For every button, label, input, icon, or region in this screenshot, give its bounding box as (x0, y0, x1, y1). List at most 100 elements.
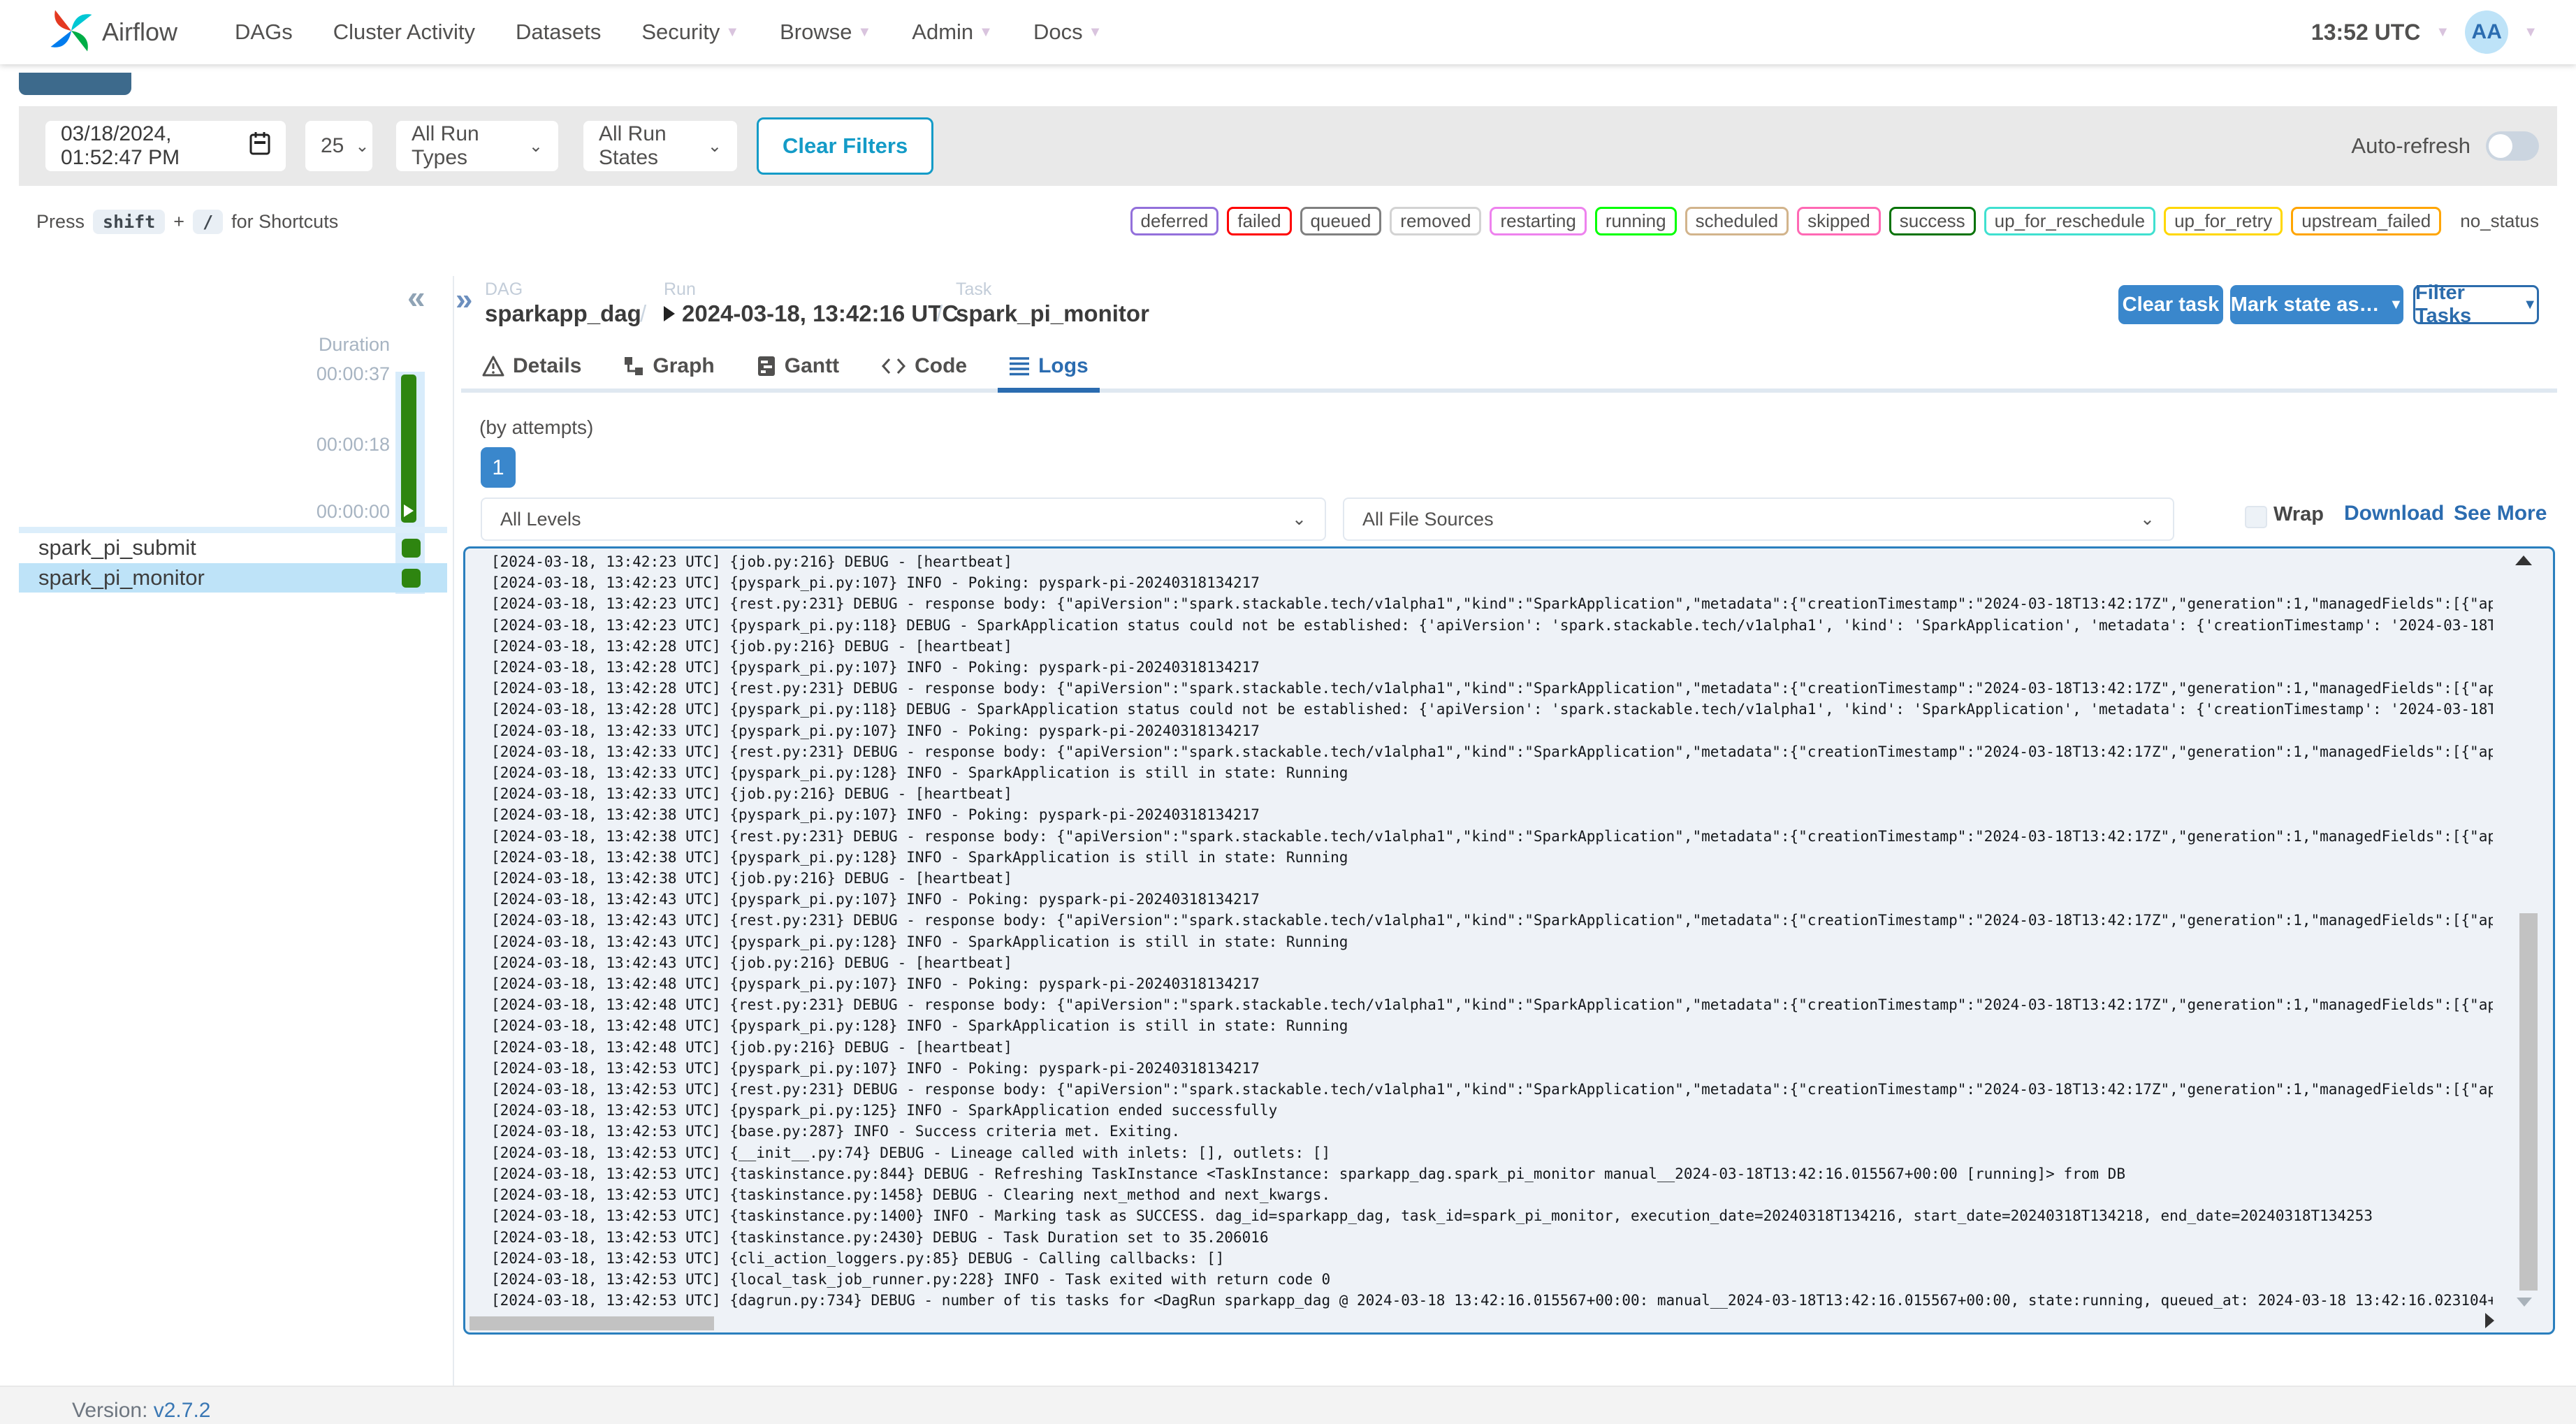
scroll-up-icon[interactable] (2515, 555, 2532, 565)
tab-code[interactable]: Code (881, 344, 967, 388)
log-line: [2024-03-18, 13:42:38 UTC] {pyspark_pi.p… (491, 848, 1348, 866)
airflow-brand[interactable]: Airflow (49, 8, 177, 57)
log-line: [2024-03-18, 13:42:48 UTC] {pyspark_pi.p… (491, 1017, 1348, 1035)
wrap-checkbox[interactable] (2245, 506, 2267, 528)
breadcrumb-task[interactable]: spark_pi_monitor (956, 300, 1149, 327)
tab-details[interactable]: Details (482, 344, 581, 388)
base-date-input[interactable]: 03/18/2024, 01:52:47 PM (45, 121, 286, 171)
warning-icon (482, 356, 504, 377)
mark-state-as-button[interactable]: Mark state as… ▼ (2230, 285, 2403, 324)
run-types-select[interactable]: All Run Types ⌄ (396, 121, 558, 171)
log-line: [2024-03-18, 13:42:28 UTC] {pyspark_pi.p… (491, 659, 1260, 676)
tab-label: Graph (653, 354, 715, 377)
tab-label: Code (915, 354, 968, 377)
scroll-right-icon[interactable] (2485, 1313, 2494, 1328)
log-line: [2024-03-18, 13:42:53 UTC] {taskinstance… (491, 1228, 1269, 1246)
log-line: [2024-03-18, 13:42:23 UTC] {rest.py:231}… (491, 595, 2493, 613)
run-duration-bar[interactable] (401, 375, 416, 523)
chevron-down-icon: ⌄ (2140, 509, 2155, 529)
nav-item-label: Admin (912, 20, 974, 44)
tab-logs[interactable]: Logs (998, 344, 1100, 393)
shortcuts-plus: + (173, 211, 185, 232)
nav-item-admin[interactable]: Admin ▼ (912, 20, 993, 45)
avatar[interactable]: AA (2465, 10, 2509, 54)
log-line: [2024-03-18, 13:42:53 UTC] {base.py:287}… (491, 1123, 1181, 1140)
see-more-link[interactable]: See More (2454, 502, 2547, 525)
nav-item-docs[interactable]: Docs ▼ (1033, 20, 1102, 45)
chevron-down-icon: ▼ (979, 24, 993, 40)
nav-item-label: Security (641, 20, 720, 44)
task-row-spark_pi_submit[interactable]: spark_pi_submit (19, 533, 447, 562)
shortcuts-hint: Press shift + / for Shortcuts (36, 210, 338, 234)
log-line: [2024-03-18, 13:42:43 UTC] {pyspark_pi.p… (491, 891, 1260, 908)
logs-icon (1009, 356, 1030, 376)
auto-refresh-toggle[interactable] (2486, 131, 2539, 161)
nav-item-cluster-activity[interactable]: Cluster Activity (333, 20, 475, 45)
calendar-icon[interactable] (249, 131, 270, 161)
log-line: [2024-03-18, 13:42:38 UTC] {rest.py:231}… (491, 827, 2493, 845)
breadcrumb-run-text: 2024-03-18, 13:42:16 UTC (682, 300, 959, 326)
clear-filters-button[interactable]: Clear Filters (757, 117, 934, 175)
nav-item-dags[interactable]: DAGs (235, 20, 293, 45)
by-attempts-label: (by attempts) (479, 416, 594, 438)
log-line: [2024-03-18, 13:42:48 UTC] {rest.py:231}… (491, 996, 2493, 1014)
log-line: [2024-03-18, 13:42:33 UTC] {job.py:216} … (491, 785, 1012, 803)
breadcrumb-dag[interactable]: sparkapp_dag (485, 300, 641, 327)
nav-item-datasets[interactable]: Datasets (516, 20, 601, 45)
expand-groups-icon[interactable]: » (456, 282, 472, 317)
log-line: [2024-03-18, 13:42:53 UTC] {cli_action_l… (491, 1249, 1225, 1267)
task-row-spark_pi_monitor[interactable]: spark_pi_monitor (19, 563, 447, 593)
horizontal-scrollbar[interactable] (470, 1316, 714, 1330)
nav-item-label: Cluster Activity (333, 20, 475, 44)
chevron-down-icon: ▼ (725, 24, 740, 40)
breadcrumb-separator: / (640, 300, 647, 326)
version-link[interactable]: v2.7.2 (154, 1399, 211, 1422)
log-line: [2024-03-18, 13:42:53 UTC] {taskinstance… (491, 1165, 2125, 1182)
shift-key: shift (93, 210, 166, 234)
file-source-value: All File Sources (1362, 508, 1494, 530)
utc-clock[interactable]: 13:52 UTC (2311, 20, 2421, 45)
file-source-select[interactable]: All File Sources ⌄ (1343, 497, 2174, 541)
nav-item-label: Docs (1033, 20, 1083, 44)
chevron-down-icon: ▼ (2389, 296, 2403, 312)
tab-label: Gantt (784, 354, 840, 377)
attempt-1-button[interactable]: 1 (481, 447, 516, 488)
collapse-sidebar-icon[interactable]: « (407, 278, 425, 316)
page-size-select[interactable]: 25 ⌄ (305, 121, 372, 171)
log-level-select[interactable]: All Levels ⌄ (481, 497, 1326, 541)
breadcrumb-run[interactable]: 2024-03-18, 13:42:16 UTC (664, 300, 959, 327)
toggle-knob (2489, 134, 2512, 158)
tab-gantt[interactable]: Gantt (757, 344, 839, 388)
state-legend: deferred failed queued removed restarting run… (1130, 207, 2541, 235)
log-line: [2024-03-18, 13:42:33 UTC] {rest.py:231}… (491, 743, 2493, 760)
chart-bottom-band (19, 527, 447, 533)
nav-item-browse[interactable]: Browse ▼ (780, 20, 871, 45)
run-states-select[interactable]: All Run States ⌄ (583, 121, 737, 171)
download-log-link[interactable]: Download (2344, 502, 2444, 525)
duration-axis-tick: 00:00:18 (316, 434, 390, 455)
clear-task-button[interactable]: Clear task (2118, 285, 2223, 324)
tab-label: Logs (1038, 354, 1089, 377)
state-badge-success: success (1889, 207, 1976, 235)
filter-tasks-button[interactable]: Filter Tasks ▼ (2413, 282, 2539, 327)
auto-refresh-label: Auto-refresh (2351, 133, 2471, 158)
chevron-down-icon: ▼ (2523, 296, 2537, 312)
footer (0, 1386, 2576, 1424)
log-line: [2024-03-18, 13:42:53 UTC] {taskinstance… (491, 1311, 2493, 1313)
shortcuts-suffix: for Shortcuts (231, 211, 339, 232)
nav-item-security[interactable]: Security ▼ (641, 20, 739, 45)
state-badge-failed: failed (1227, 207, 1292, 235)
log-line: [2024-03-18, 13:42:33 UTC] {pyspark_pi.p… (491, 722, 1260, 739)
scroll-down-icon[interactable] (2517, 1298, 2532, 1307)
log-line: [2024-03-18, 13:42:48 UTC] {job.py:216} … (491, 1038, 1012, 1056)
user-chevron-down-icon: ▼ (2524, 24, 2538, 40)
log-line: [2024-03-18, 13:42:53 UTC] {dagrun.py:73… (491, 1292, 2493, 1309)
partial-hidden-button[interactable] (19, 73, 131, 95)
clock-chevron-down-icon: ▼ (2436, 24, 2450, 40)
breadcrumb-separator: / (936, 300, 943, 326)
version-text: Version: v2.7.2 (72, 1399, 210, 1423)
tab-graph[interactable]: Graph (623, 344, 715, 388)
log-line: [2024-03-18, 13:42:28 UTC] {rest.py:231}… (491, 680, 2493, 697)
log-line: [2024-03-18, 13:42:28 UTC] {pyspark_pi.p… (491, 701, 2493, 718)
vertical-scrollbar[interactable] (2519, 913, 2538, 1291)
